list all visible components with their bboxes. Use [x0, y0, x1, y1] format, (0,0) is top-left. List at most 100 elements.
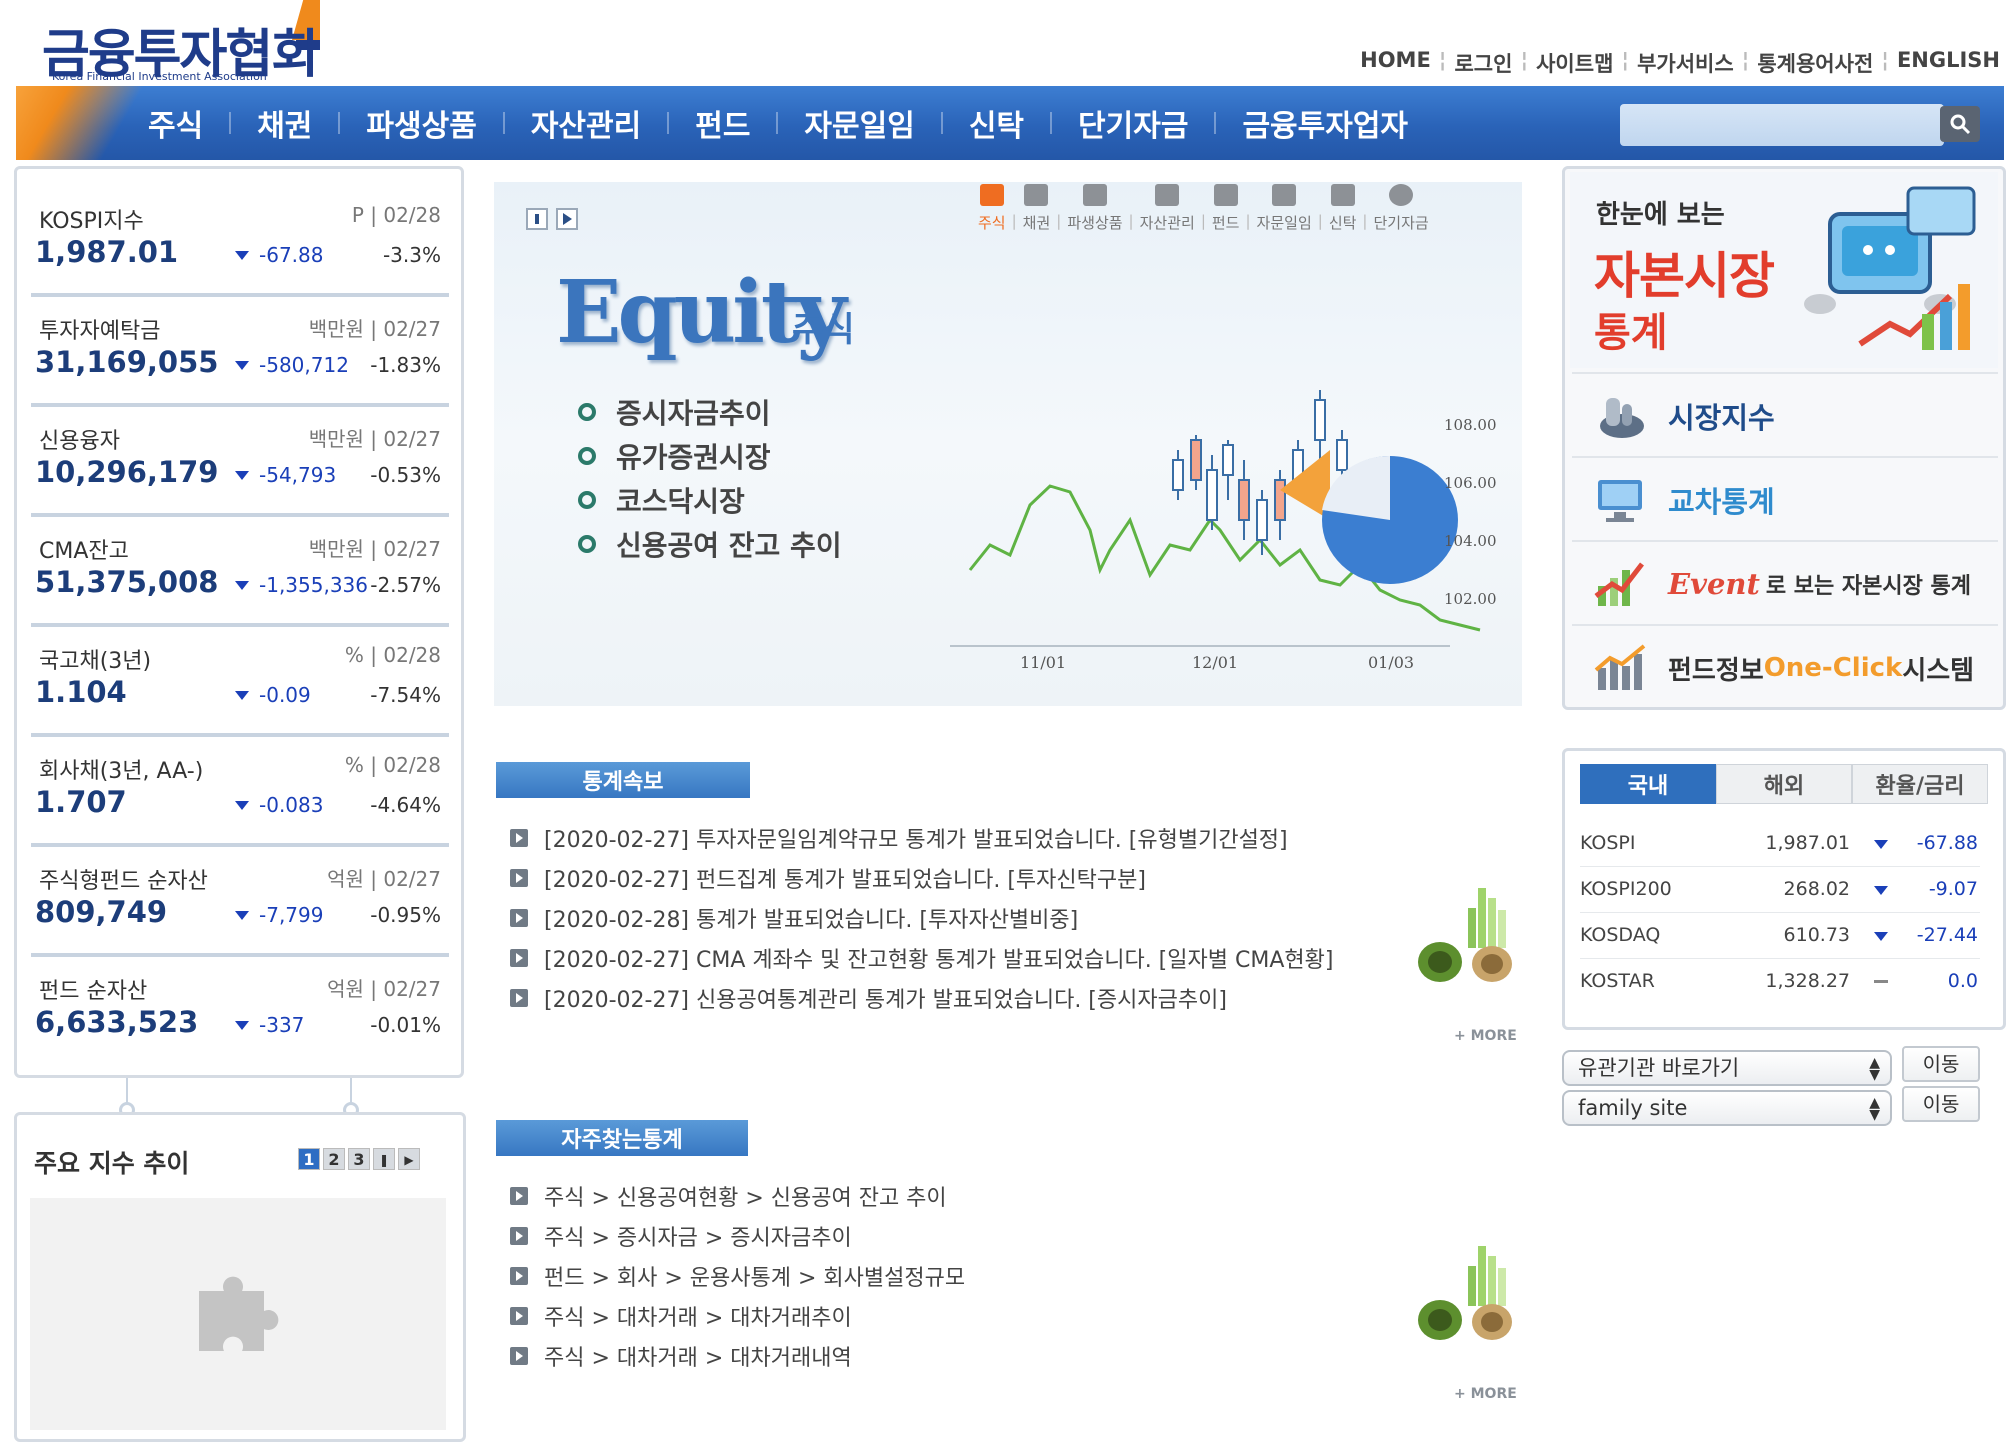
- frequent-item[interactable]: 주식 > 대차거래 > 대차거래추이: [510, 1296, 965, 1336]
- market-name: KOSPI: [1580, 832, 1636, 854]
- tab-overseas[interactable]: 해외: [1716, 764, 1852, 804]
- market-row[interactable]: KOSTAR 1,328.27 0.0: [1580, 958, 1980, 1004]
- trend-page-1[interactable]: 1: [298, 1148, 320, 1170]
- family-go-button[interactable]: 이동: [1902, 1086, 1980, 1122]
- news-more-link[interactable]: + MORE: [1454, 1028, 1517, 1044]
- market-value: 1,987.01: [1765, 832, 1850, 854]
- bullet-icon: [578, 447, 596, 465]
- pause-icon[interactable]: ❚: [373, 1148, 395, 1170]
- util-english-link[interactable]: ENGLISH: [1897, 48, 2000, 78]
- down-arrow-icon: [235, 471, 249, 480]
- family-site-select[interactable]: family site ▲ ▼: [1562, 1090, 1892, 1126]
- search-button[interactable]: [1940, 106, 1980, 142]
- frequent-more-link[interactable]: + MORE: [1454, 1386, 1517, 1402]
- stat-percent: -2.57%: [370, 573, 441, 597]
- stat-percent: -0.01%: [370, 1013, 441, 1037]
- banner-pause-button[interactable]: [526, 208, 548, 230]
- promo-event-stats[interactable]: Event 로 보는 자본시장 통계: [1572, 540, 1998, 626]
- promo-fund-info[interactable]: 펀드정보 One-Click 시스템: [1572, 624, 1998, 710]
- util-login-link[interactable]: 로그인: [1454, 48, 1512, 78]
- market-tabs: 국내 해외 환율/금리: [1580, 764, 1988, 804]
- promo-title: 자본시장: [1594, 247, 1775, 305]
- stat-percent: -7.54%: [370, 683, 441, 707]
- banner-tab-bond[interactable]: 채권: [1017, 184, 1057, 233]
- news-item[interactable]: [2020-02-27] 투자자문일임계약규모 통계가 발표되었습니다. [유형…: [510, 818, 1333, 858]
- banner-tab-derivatives[interactable]: 파생상품: [1061, 184, 1128, 233]
- trend-page-2[interactable]: 2: [323, 1148, 345, 1170]
- bar-chart-icon: [979, 184, 1004, 206]
- bullet-arrow-icon: [510, 909, 528, 927]
- frequent-item[interactable]: 주식 > 신용공여현황 > 신용공여 잔고 추이: [510, 1176, 965, 1216]
- nav-investment-firms[interactable]: 금융투자업자: [1216, 101, 1434, 145]
- promo-market-index[interactable]: 시장지수: [1572, 372, 1998, 458]
- stat-card[interactable]: 회사채(3년, AA-) % | 02/28 1.707 -0.083 -4.6…: [31, 739, 449, 847]
- market-row[interactable]: KOSPI 1,987.01 -67.88: [1580, 820, 1980, 867]
- stat-card[interactable]: 주식형펀드 순자산 억원 | 02/27 809,749 -7,799 -0.9…: [31, 849, 449, 957]
- stat-card[interactable]: 신용융자 백만원 | 02/27 10,296,179 -54,793 -0.5…: [31, 409, 449, 517]
- frequent-section-title: 자주찾는통계: [496, 1120, 748, 1156]
- market-change: 0.0: [1947, 970, 1978, 992]
- market-value: 610.73: [1783, 924, 1850, 946]
- banner-link[interactable]: 증시자금추이: [578, 390, 842, 434]
- related-go-button[interactable]: 이동: [1902, 1046, 1980, 1082]
- stat-name: 국고채(3년): [39, 649, 152, 674]
- nav-bond[interactable]: 채권: [231, 101, 338, 145]
- util-sitemap-link[interactable]: 사이트맵: [1536, 48, 1613, 78]
- play-icon[interactable]: ▶: [398, 1148, 420, 1170]
- banner-play-button[interactable]: [556, 208, 578, 230]
- frequent-item[interactable]: 주식 > 증시자금 > 증시자금추이: [510, 1216, 965, 1256]
- stat-card[interactable]: KOSPI지수 P | 02/28 1,987.01 -67.88 -3.3%: [31, 189, 449, 297]
- banner-tab-fund[interactable]: 펀드: [1206, 184, 1246, 233]
- stat-card[interactable]: 국고채(3년) % | 02/28 1.104 -0.09 -7.54%: [31, 629, 449, 737]
- banner-tab-asset[interactable]: 자산관리: [1134, 184, 1201, 233]
- tab-label: 자문일임: [1256, 214, 1312, 232]
- stat-change: -580,712: [259, 353, 349, 377]
- stat-value: 1.707: [35, 785, 127, 819]
- frequent-item[interactable]: 주식 > 대차거래 > 대차거래내역: [510, 1336, 965, 1376]
- nav-derivatives[interactable]: 파생상품: [340, 101, 502, 145]
- news-item-text: [2020-02-27] 펀드집계 통계가 발표되었습니다. [투자신탁구분]: [544, 868, 1146, 893]
- stat-percent: -0.95%: [370, 903, 441, 927]
- tab-domestic[interactable]: 국내: [1580, 764, 1716, 804]
- market-row[interactable]: KOSDAQ 610.73 -27.44: [1580, 912, 1980, 959]
- bullet-arrow-icon: [510, 989, 528, 1007]
- news-item[interactable]: [2020-02-27] CMA 계좌수 및 잔고현황 통계가 발표되었습니다.…: [510, 938, 1333, 978]
- stat-card[interactable]: 펀드 순자산 억원 | 02/27 6,633,523 -337 -0.01%: [31, 959, 449, 1067]
- promo-cross-stats[interactable]: 교차통계: [1572, 456, 1998, 542]
- nav-advisory[interactable]: 자문일임: [778, 101, 940, 145]
- banner-link-label: 코스닥시장: [616, 485, 745, 518]
- select-arrows-icon: ▲ ▼: [1869, 1095, 1880, 1123]
- frequent-item-text: 주식 > 대차거래 > 대차거래내역: [544, 1346, 852, 1371]
- banner-tab-advisory[interactable]: 자문일임: [1251, 184, 1318, 233]
- related-org-select[interactable]: 유관기관 바로가기 ▲ ▼: [1562, 1050, 1892, 1086]
- market-change: -67.88: [1916, 832, 1978, 854]
- banner-link[interactable]: 유가증권시장: [578, 434, 842, 478]
- nav-fund[interactable]: 펀드: [669, 101, 776, 145]
- banner-link[interactable]: 코스닥시장: [578, 478, 842, 522]
- stat-card[interactable]: CMA잔고 백만원 | 02/27 51,375,008 -1,355,336 …: [31, 519, 449, 627]
- nav-trust[interactable]: 신탁: [943, 101, 1050, 145]
- util-extra-services-link[interactable]: 부가서비스: [1637, 48, 1734, 78]
- down-arrow-icon: [235, 251, 249, 260]
- market-row[interactable]: KOSPI200 268.02 -9.07: [1580, 866, 1980, 913]
- banner-tab-trust[interactable]: 신탁: [1323, 184, 1363, 233]
- search-input[interactable]: [1620, 104, 1944, 146]
- news-item[interactable]: [2020-02-28] 통계가 발표되었습니다. [투자자산별비중]: [510, 898, 1333, 938]
- nav-asset-management[interactable]: 자산관리: [505, 101, 667, 145]
- tab-fx-rates[interactable]: 환율/금리: [1852, 764, 1988, 804]
- nav-short-term[interactable]: 단기자금: [1052, 101, 1214, 145]
- util-separator: ¦: [1438, 48, 1447, 72]
- frequent-item[interactable]: 펀드 > 회사 > 운용사통계 > 회사별설정규모: [510, 1256, 965, 1296]
- banner-tab-short-term[interactable]: 단기자금: [1367, 184, 1434, 233]
- nav-equity[interactable]: 주식: [122, 101, 229, 145]
- bullet-icon: [578, 403, 596, 421]
- down-arrow-icon: [1874, 840, 1888, 849]
- news-item[interactable]: [2020-02-27] 신용공여통계관리 통계가 발표되었습니다. [증시자금…: [510, 978, 1333, 1018]
- banner-link[interactable]: 신용공여 잔고 추이: [578, 522, 842, 566]
- util-glossary-link[interactable]: 통계용어사전: [1757, 48, 1873, 78]
- stat-card[interactable]: 투자자예탁금 백만원 | 02/27 31,169,055 -580,712 -…: [31, 299, 449, 407]
- banner-tab-equity[interactable]: 주식: [972, 184, 1012, 233]
- news-item[interactable]: [2020-02-27] 펀드집계 통계가 발표되었습니다. [투자신탁구분]: [510, 858, 1333, 898]
- util-home-link[interactable]: HOME: [1360, 48, 1431, 78]
- trend-page-3[interactable]: 3: [348, 1148, 370, 1170]
